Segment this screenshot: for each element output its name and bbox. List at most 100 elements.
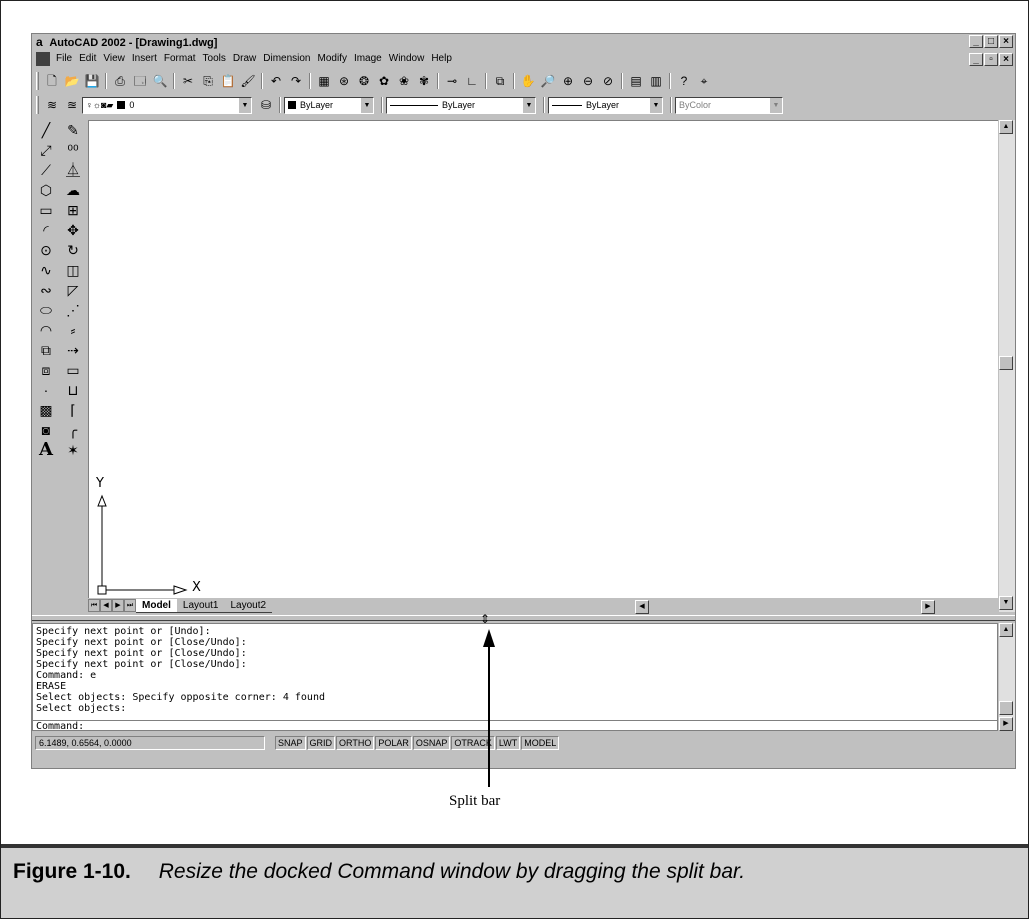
menu-dimension[interactable]: Dimension <box>263 50 310 68</box>
lwt-toggle[interactable]: LWT <box>495 736 521 750</box>
first-tab-icon[interactable]: ⏮ <box>88 599 100 612</box>
document-icon[interactable] <box>36 52 50 66</box>
layer-previous-icon[interactable]: ≊ <box>62 96 82 114</box>
grid-toggle[interactable]: GRID <box>306 736 336 750</box>
command-prompt[interactable]: Command: <box>33 720 997 732</box>
next-tab-icon[interactable]: ▶ <box>112 599 124 612</box>
menu-window[interactable]: Window <box>389 50 425 68</box>
drawing-vertical-scrollbar[interactable]: ▲ ▼ <box>999 120 1015 612</box>
lengthen-icon[interactable]: ⋰ <box>60 300 86 320</box>
layers-icon[interactable]: ≋ <box>42 96 62 114</box>
trim-icon[interactable]: ⸗ <box>60 320 86 340</box>
zoom-window-icon[interactable]: ⊕ <box>558 72 578 90</box>
extend-icon[interactable]: ⇢ <box>60 340 86 360</box>
menu-view[interactable]: View <box>103 50 125 68</box>
drawing-horizontal-scrollbar[interactable]: ◀ ▶ <box>635 600 935 614</box>
arc-icon[interactable]: ◜ <box>33 220 59 240</box>
scale-icon[interactable]: ◫ <box>60 260 86 280</box>
new-icon[interactable]: 🗋 <box>42 72 62 90</box>
scroll-thumb[interactable] <box>999 701 1013 715</box>
point-icon[interactable]: · <box>33 380 59 400</box>
match-properties-icon[interactable]: 🖌 <box>238 72 258 90</box>
chevron-down-icon[interactable]: ▼ <box>360 97 373 113</box>
tracking-line-icon[interactable]: ⊸ <box>442 72 462 90</box>
menu-insert[interactable]: Insert <box>132 50 157 68</box>
cut-icon[interactable]: ✂ <box>178 72 198 90</box>
menu-edit[interactable]: Edit <box>79 50 96 68</box>
redo-icon[interactable]: ↷ <box>286 72 306 90</box>
osnap-toggle[interactable]: OSNAP <box>412 736 451 750</box>
ucs-icon[interactable]: ❀ <box>394 72 414 90</box>
tab-layout1[interactable]: Layout1 <box>176 599 225 613</box>
menu-format[interactable]: Format <box>164 50 196 68</box>
maximize-button[interactable]: □ <box>984 35 998 48</box>
model-toggle[interactable]: MODEL <box>521 736 560 750</box>
preview-icon[interactable]: 🗔 <box>130 72 150 90</box>
split-bar[interactable] <box>32 615 1015 621</box>
make-object-layer-current-icon[interactable]: ⛁ <box>256 96 276 114</box>
doc-close-button[interactable]: × <box>999 53 1013 66</box>
ucs-corner-icon[interactable]: ∟ <box>462 72 482 90</box>
properties-icon[interactable]: ▤ <box>626 72 646 90</box>
scroll-down-icon[interactable]: ▼ <box>999 596 1013 610</box>
tracking-icon[interactable]: ❂ <box>354 72 374 90</box>
minimize-button[interactable]: _ <box>969 35 983 48</box>
menu-file[interactable]: File <box>56 50 72 68</box>
chevron-down-icon[interactable]: ▼ <box>649 97 662 113</box>
tab-layout2[interactable]: Layout2 <box>224 599 273 613</box>
chevron-down-icon[interactable]: ▼ <box>522 97 535 113</box>
linetype-dropdown[interactable]: ByLayer ▼ <box>386 96 536 114</box>
spline-icon[interactable]: ∾ <box>33 280 59 300</box>
offset-icon[interactable]: ☁ <box>60 180 86 200</box>
toolbar-grip[interactable] <box>36 96 39 114</box>
scroll-left-icon[interactable]: ◀ <box>635 600 649 614</box>
ellipse-arc-icon[interactable]: ◠ <box>33 320 59 340</box>
doc-restore-button[interactable]: ▫ <box>984 53 998 66</box>
design-center-icon[interactable]: ▥ <box>646 72 666 90</box>
help-icon[interactable]: ? <box>674 72 694 90</box>
mirror-icon[interactable]: ⏅ <box>60 160 86 180</box>
pan-icon[interactable]: ✋ <box>518 72 538 90</box>
copy-object-icon[interactable]: ⁰⁰ <box>60 140 86 160</box>
zoom-previous-icon[interactable]: ⊖ <box>578 72 598 90</box>
doc-minimize-button[interactable]: _ <box>969 53 983 66</box>
copy-icon[interactable]: ⎘ <box>198 72 218 90</box>
scroll-right-icon[interactable]: ▶ <box>999 717 1013 731</box>
previous-tab-icon[interactable]: ◀ <box>100 599 112 612</box>
snap-icon[interactable]: ⌖ <box>694 72 714 90</box>
command-window[interactable]: Specify next point or [Undo]: Specify ne… <box>32 623 998 732</box>
coordinate-display[interactable]: 6.1489, 0.6564, 0.0000 <box>35 736 265 750</box>
command-scrollbar[interactable]: ▲ ▶ <box>999 623 1015 731</box>
ellipse-icon[interactable]: ⬭ <box>33 300 59 320</box>
zoom-realtime-icon[interactable]: 🔎 <box>538 72 558 90</box>
scroll-up-icon[interactable]: ▲ <box>999 623 1013 637</box>
stretch-icon[interactable]: ◸ <box>60 280 86 300</box>
move-icon[interactable]: ✥ <box>60 220 86 240</box>
menu-tools[interactable]: Tools <box>203 50 226 68</box>
undo-icon[interactable]: ↶ <box>266 72 286 90</box>
break-icon[interactable]: ▭ <box>60 360 86 380</box>
print-icon[interactable]: ⎙ <box>110 72 130 90</box>
text-icon[interactable]: A <box>33 440 59 460</box>
menu-draw[interactable]: Draw <box>233 50 256 68</box>
explode-icon[interactable]: ✶ <box>60 440 86 460</box>
aerial-view-icon[interactable]: ⧉ <box>490 72 510 90</box>
scroll-up-icon[interactable]: ▲ <box>999 120 1013 134</box>
open-icon[interactable]: 📂 <box>62 72 82 90</box>
last-tab-icon[interactable]: ⏭ <box>124 599 136 612</box>
menu-help[interactable]: Help <box>431 50 452 68</box>
join-icon[interactable]: ⊔ <box>60 380 86 400</box>
color-dropdown[interactable]: ByLayer ▼ <box>284 96 374 114</box>
toolbar-grip[interactable] <box>36 72 39 90</box>
close-button[interactable]: × <box>999 35 1013 48</box>
hatch-icon[interactable]: ▩ <box>33 400 59 420</box>
scroll-thumb[interactable] <box>999 356 1013 370</box>
fillet-icon[interactable]: ╭ <box>60 420 86 440</box>
lineweight-dropdown[interactable]: ByLayer ▼ <box>548 96 663 114</box>
hyperlink-icon[interactable]: ⊛ <box>334 72 354 90</box>
zoom-extents-icon[interactable]: ⊘ <box>598 72 618 90</box>
revision-cloud-icon[interactable]: ∿ <box>33 260 59 280</box>
array-icon[interactable]: ⊞ <box>60 200 86 220</box>
tab-model[interactable]: Model <box>136 598 177 613</box>
erase-icon[interactable]: ✎ <box>60 120 86 140</box>
